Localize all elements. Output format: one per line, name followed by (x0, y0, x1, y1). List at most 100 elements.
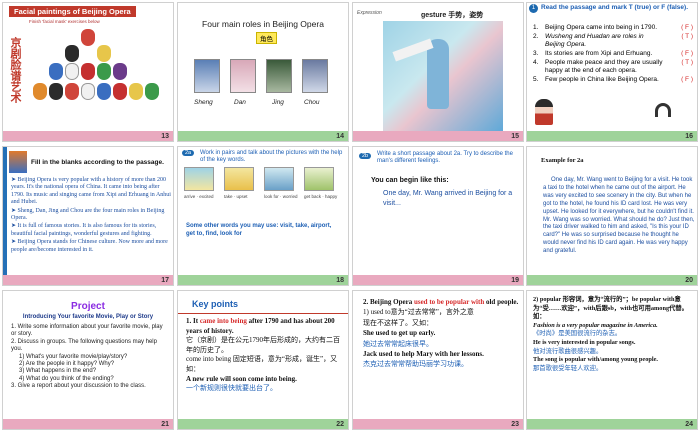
side-bar (3, 147, 7, 277)
key-point-text: 1. It came into being after 1790 and has… (186, 317, 346, 394)
slide-17[interactable]: Fill in the blanks according to the pass… (2, 146, 174, 286)
item-number: 1. (533, 24, 539, 31)
key-point-text: 2. Beijing Opera used to be popular with… (363, 297, 521, 370)
translation: 《时尚》是美国很流行的杂志。 (533, 330, 622, 338)
slide-footer (527, 275, 697, 285)
exercise-heading: Read the passage and mark T (true) or F … (541, 4, 689, 11)
slide-number: 17 (161, 277, 169, 284)
example-sentence: A new rule will soon come into being. (186, 374, 297, 383)
slide-title: Project (71, 301, 105, 312)
item-number: 4. (533, 59, 539, 66)
mask-image (81, 63, 95, 80)
mask-image (33, 83, 47, 100)
translation: 杰克过去常常帮助玛丽学习功课。 (363, 360, 468, 369)
slide-20[interactable]: Example for 2a One day, Mr. Wang went to… (526, 146, 698, 286)
picture-caption: arrive · excited (184, 194, 214, 199)
example-sentence: 2. Beijing Opera used to be popular with… (363, 297, 521, 307)
slide-footer (3, 131, 173, 141)
explanation: 2) popular 形容词，意为“流行的”；be popular with意为… (533, 296, 688, 321)
phrase-highlight: came into being (199, 317, 247, 325)
mask-image (113, 83, 127, 100)
slide-number: 21 (161, 421, 169, 428)
exercise-heading: Work in pairs and talk about the picture… (200, 150, 343, 164)
key-point-text: 2) popular 形容词，意为“流行的”；be popular with意为… (533, 296, 695, 373)
story-picture (224, 167, 254, 191)
slide-14[interactable]: Four main roles in Beijing Opera 角色 Shen… (177, 2, 349, 142)
tf-item: 4. People make peace and they are usuall… (531, 59, 695, 76)
translation: 它（京剧）是在公元1790年后形成的，大约有二百年的历史了。 (186, 336, 340, 354)
mask-image (129, 83, 143, 100)
slide-title: Facial paintings of Beijing Opera (9, 6, 136, 17)
project-item: 2. Discuss in groups. The following ques… (11, 338, 157, 353)
role-image-dan (230, 59, 256, 93)
gesture-term: gesture 手势，姿势 (421, 12, 484, 19)
begin-text: One day, Mr. Wang arrived in Beijing for… (383, 190, 513, 207)
slide-number: 19 (511, 277, 519, 284)
translation: 一个新规则很快就要出台了。 (186, 384, 277, 393)
tf-list: 1. Beijing Opera came into being in 1790… (531, 24, 695, 85)
mask-image (49, 63, 63, 80)
sentence-part: old people. (484, 298, 519, 306)
opera-character-image (535, 99, 553, 125)
picture-caption: look for · worried (264, 194, 298, 199)
fill-item: ➤ Sheng, Dan, Jing and Chou are the four… (11, 207, 165, 222)
tf-item: 3. Its stories are from Xipi and Erhuang… (531, 50, 695, 59)
example-sentence: She used to get up early. (363, 329, 436, 338)
explanation: 1) used to意为“过去常常”，言外之意 (363, 308, 474, 317)
expression-label: Expression (357, 10, 382, 16)
slide-number: 14 (336, 133, 344, 140)
slide-15[interactable]: Expression gesture 手势，姿势 15 (352, 2, 524, 142)
slide-18[interactable]: 2a Work in pairs and talk about the pict… (177, 146, 349, 286)
slide-13[interactable]: Facial paintings of Beijing Opera Finish… (2, 2, 174, 142)
fill-item: ➤ Beijing Opera is very popular with a h… (11, 177, 171, 206)
role-image-sheng (194, 59, 220, 93)
mask-image (65, 45, 79, 62)
explanation: 现在不这样了。又如： (363, 318, 433, 327)
translation: 那首歌很受年轻人欢迎。 (533, 364, 603, 372)
slide-image (9, 151, 27, 173)
slide-number: 18 (336, 277, 344, 284)
item-answer: ( F ) (681, 24, 693, 31)
slide-19[interactable]: 2b Write a short passage about 2a. Try t… (352, 146, 524, 286)
tf-item: 1. Beijing Opera came into being in 1790… (531, 24, 695, 33)
slide-footer (3, 275, 173, 285)
example-sentence: He is very interested in popular songs. (533, 338, 636, 346)
item-text: Its stories are from Xipi and Erhuang. (545, 50, 653, 57)
mask-image (145, 83, 159, 100)
slide-22[interactable]: Key points 1. It came into being after 1… (177, 290, 349, 430)
dancer-figure (427, 39, 449, 109)
project-list: 1. Write some information about your fav… (11, 324, 169, 391)
fill-list: ➤ Beijing Opera is very popular with a h… (11, 177, 171, 254)
project-item: 1) What's your favorite movie/play/story… (19, 353, 128, 360)
begin-prompt: You can begin like this: (371, 177, 449, 184)
slide-title: Four main roles in Beijing Opera (202, 19, 324, 29)
translation: 他对流行歌曲很感兴趣。 (533, 347, 603, 355)
slide-number: 23 (511, 421, 519, 428)
slide-23[interactable]: 2. Beijing Opera used to be popular with… (352, 290, 524, 430)
exercise-number: 1 (529, 4, 538, 13)
exercise-badge: 2a (182, 150, 195, 156)
mask-image (97, 45, 111, 62)
item-number: 3. (533, 50, 539, 57)
item-number: 5. (533, 76, 539, 83)
item-answer: ( T ) (681, 59, 693, 66)
slide-24[interactable]: 2) popular 形容词，意为“流行的”；be popular with意为… (526, 290, 698, 430)
project-item: 2) Are the people in it happy? Why? (19, 361, 115, 368)
sentence-part: 2. Beijing Opera (363, 298, 414, 306)
fill-item: ➤ Beijing Opera stands for Chinese cultu… (11, 239, 168, 253)
slide-21[interactable]: Project Introducing Your favorite Movie,… (2, 290, 174, 430)
slide-footer (3, 419, 173, 429)
mask-image (65, 83, 79, 100)
item-answer: ( F ) (681, 76, 693, 83)
slide-heading: Example for 2a (541, 157, 584, 164)
slide-footer (178, 275, 348, 285)
mask-image (49, 83, 63, 100)
role-label: Chou (304, 99, 320, 106)
mask-image (81, 83, 95, 100)
slide-16[interactable]: 1 Read the passage and mark T (true) or … (526, 2, 698, 142)
subtitle: Finish 'facial mask' exercises below (29, 19, 100, 24)
tf-item: 2. Wusheng and Huadan are roles in Beiji… (531, 33, 695, 50)
picture-caption: get back · happy (304, 194, 338, 199)
item-text: Few people in China like Beijing Opera. (545, 76, 659, 83)
role-label: Sheng (194, 99, 213, 106)
